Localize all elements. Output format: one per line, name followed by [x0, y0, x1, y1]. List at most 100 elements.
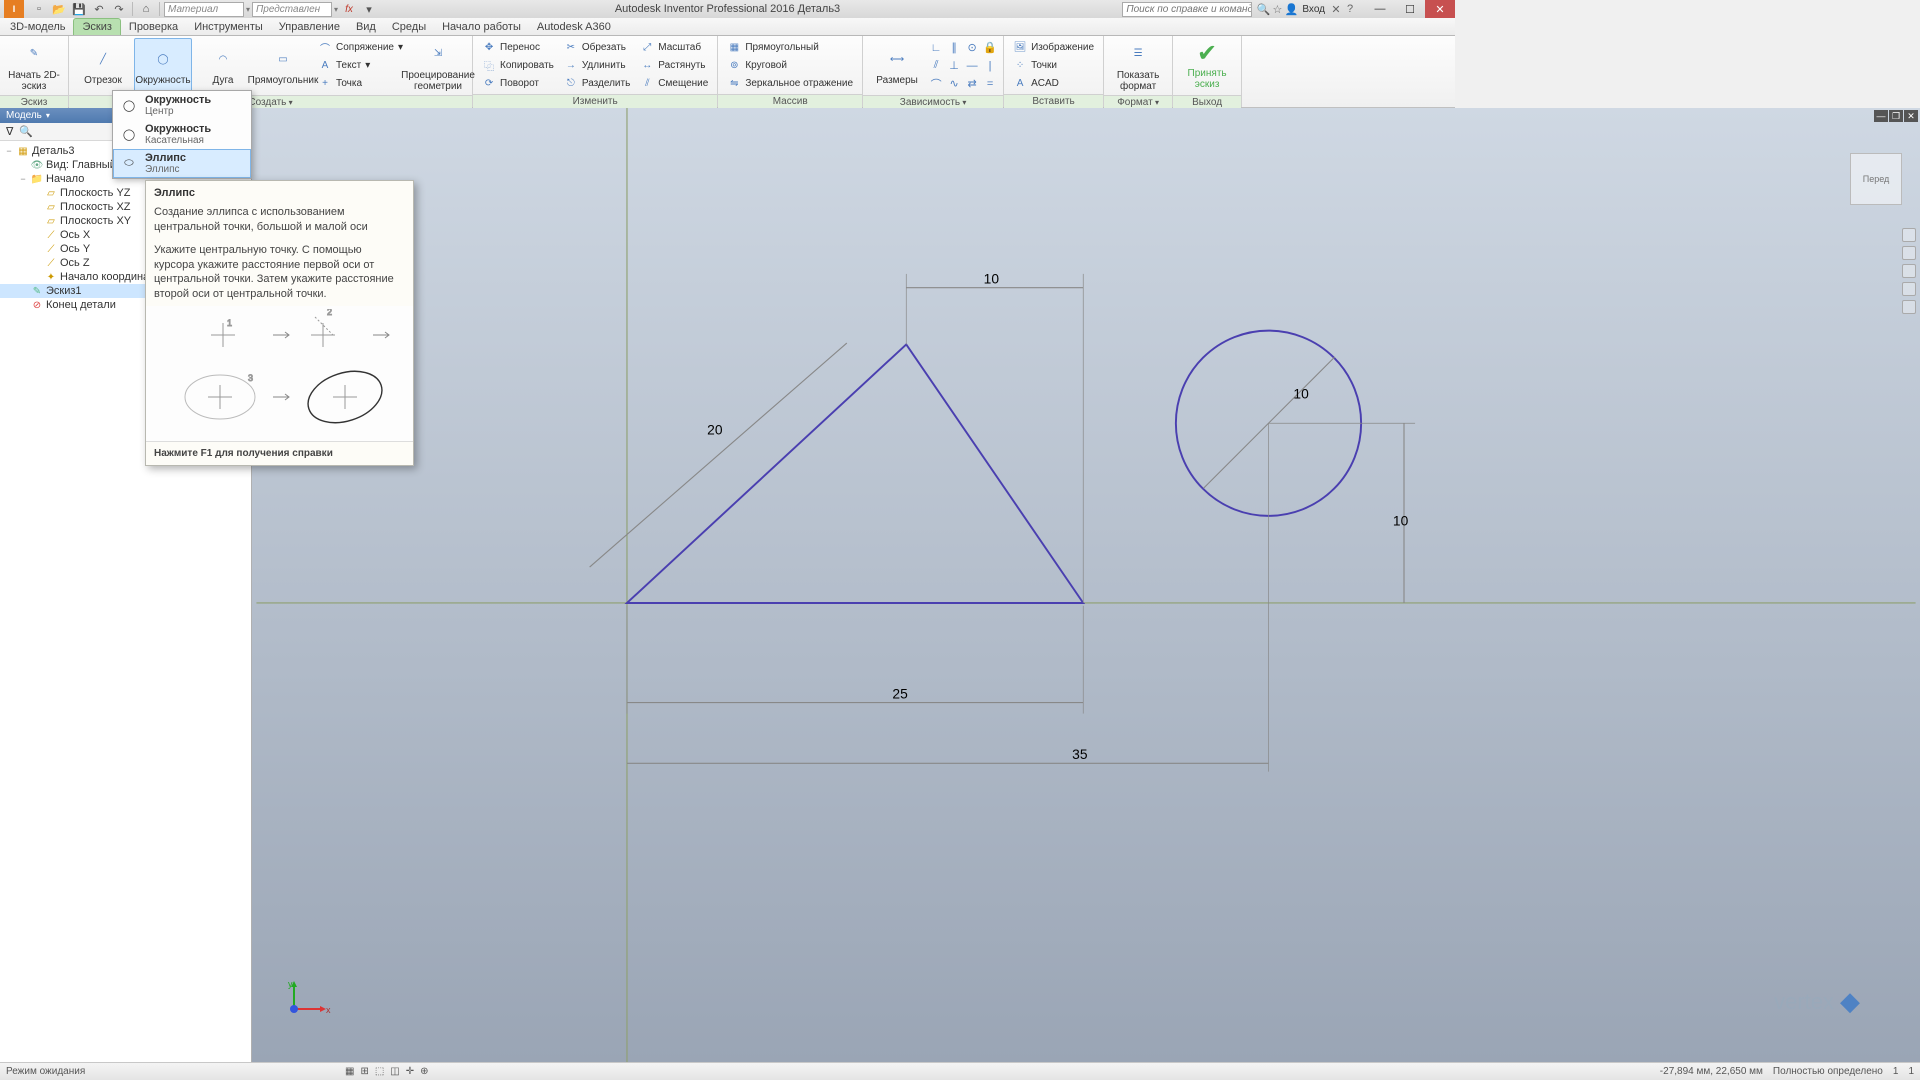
undo-icon[interactable]: ↶ [90, 1, 108, 17]
sketch-canvas[interactable]: — ❐ ✕ 20 10 10 10 25 35 Перед [252, 108, 1920, 1062]
redo-icon[interactable]: ↷ [110, 1, 128, 17]
constraint-perpendicular-icon[interactable]: ⊥ [946, 58, 962, 74]
panel-constrain[interactable]: Зависимость [863, 95, 1003, 109]
circle-button[interactable]: ◯Окружность [134, 38, 192, 93]
view-cube[interactable]: Перед [1850, 153, 1902, 205]
circle-icon: ◯ [149, 45, 177, 73]
dropdown-item[interactable]: ◯ОкружностьКасательная [113, 120, 251, 149]
app-logo[interactable]: I [4, 0, 24, 18]
material-combo[interactable]: Материал [164, 2, 244, 17]
image-button[interactable]: 🖼Изображение [1009, 38, 1098, 56]
constraint-concentric-icon[interactable]: ⊙ [964, 40, 980, 56]
format-icon: ☰ [1124, 40, 1152, 68]
panel-format[interactable]: Формат [1104, 95, 1172, 109]
constraint-parallel-icon[interactable]: ⫽ [928, 58, 944, 74]
constraint-symmetric-icon[interactable]: ⇄ [964, 76, 980, 92]
nav-zoom-icon[interactable] [1902, 264, 1916, 278]
home-icon[interactable]: ⌂ [137, 1, 155, 17]
arc-button[interactable]: ◠Дуга [194, 38, 252, 93]
split-icon: ⎋ [564, 76, 578, 90]
minimize-button[interactable]: — [1365, 0, 1395, 18]
move-button[interactable]: ✥Перенос [478, 38, 558, 56]
doc-minimize-button[interactable]: — [1874, 110, 1888, 122]
tab-manage[interactable]: Управление [271, 19, 348, 35]
open-icon[interactable]: 📂 [50, 1, 68, 17]
finish-sketch-button[interactable]: ✔Принять эскиз [1178, 38, 1236, 93]
navigation-bar [1902, 228, 1916, 314]
filter-icon[interactable]: ∇ [6, 125, 13, 138]
snap-icon[interactable]: ▦ [345, 1066, 354, 1077]
split-button[interactable]: ⎋Разделить [560, 74, 634, 92]
extend-button[interactable]: →Удлинить [560, 56, 634, 74]
appearance-combo[interactable]: Представлен [252, 2, 332, 17]
find-icon[interactable]: 🔍 [19, 125, 33, 138]
stretch-button[interactable]: ↔Растянуть [636, 56, 712, 74]
nav-pan-icon[interactable] [1902, 246, 1916, 260]
text-button[interactable]: AТекст ▾ [314, 57, 407, 75]
dim-10-top: 10 [984, 271, 1000, 287]
save-icon[interactable]: 💾 [70, 1, 88, 17]
mirror-button[interactable]: ⇋Зеркальное отражение [723, 74, 857, 92]
constraint-tangent-icon[interactable]: ⌒ [928, 76, 944, 92]
dropdown-item[interactable]: ⬭ЭллипсЭллипс [113, 149, 251, 178]
circle-dropdown: ◯ОкружностьЦентр◯ОкружностьКасательная⬭Э… [112, 90, 252, 179]
fx-icon[interactable]: fx [340, 1, 358, 17]
status-tools: ▦ ⊞ ⬚ ◫ ✛ ⊕ [345, 1066, 429, 1077]
constraint-equal-icon[interactable]: = [982, 76, 998, 92]
constraint-collinear-icon[interactable]: ∥ [946, 40, 962, 56]
pattern-circ-button[interactable]: ⊚Круговой [723, 56, 857, 74]
panel-insert: Вставить [1004, 94, 1103, 108]
constraint-horizontal-icon[interactable]: — [964, 58, 980, 74]
points-button[interactable]: ⁘Точки [1009, 56, 1098, 74]
dropdown-item[interactable]: ◯ОкружностьЦентр [113, 91, 251, 120]
line-button[interactable]: ╱Отрезок [74, 38, 132, 93]
pattern-rect-button[interactable]: ▦Прямоугольный [723, 38, 857, 56]
tab-environments[interactable]: Среды [384, 19, 434, 35]
point-button[interactable]: +Точка [314, 75, 407, 93]
grid-icon[interactable]: ⊞ [360, 1066, 368, 1077]
rectangle-button[interactable]: ▭Прямоугольник [254, 38, 312, 93]
tab-3d-model[interactable]: 3D-модель [2, 19, 73, 35]
close-button[interactable]: ✕ [1425, 0, 1455, 18]
constraint-vertical-icon[interactable]: | [982, 58, 998, 74]
tab-tools[interactable]: Инструменты [186, 19, 271, 35]
tab-view[interactable]: Вид [348, 19, 384, 35]
maximize-button[interactable]: ☐ [1395, 0, 1425, 18]
favorites-icon[interactable]: ☆ [1270, 2, 1284, 16]
constraint-coincident-icon[interactable]: ∟ [928, 40, 944, 56]
constraint-fix-icon[interactable]: 🔒 [982, 40, 998, 56]
doc-close-button[interactable]: ✕ [1904, 110, 1918, 122]
fillet-button[interactable]: ⌒Сопряжение ▾ [314, 39, 407, 57]
offset-button[interactable]: ⫽Смещение [636, 74, 712, 92]
help-icon[interactable]: ? [1343, 2, 1357, 16]
new-icon[interactable]: ▫ [30, 1, 48, 17]
start-2d-sketch-button[interactable]: ✎ Начать 2D-эскиз [5, 38, 63, 93]
copy-button[interactable]: ⿻Копировать [478, 56, 558, 74]
qat-more-icon[interactable]: ▾ [360, 1, 378, 17]
nav-look-icon[interactable] [1902, 300, 1916, 314]
scale-button[interactable]: ⤢Масштаб [636, 38, 712, 56]
exchange-icon[interactable]: ✕ [1329, 2, 1343, 16]
acad-button[interactable]: AACAD [1009, 74, 1098, 92]
auto-icon[interactable]: ⊕ [420, 1066, 428, 1077]
trim-button[interactable]: ✂Обрезать [560, 38, 634, 56]
user-icon[interactable]: 👤 [1284, 2, 1298, 16]
search-icon[interactable]: 🔍 [1256, 2, 1270, 16]
dimension-button[interactable]: ⟷Размеры [868, 38, 926, 93]
nav-orbit-icon[interactable] [1902, 282, 1916, 296]
tab-sketch[interactable]: Эскиз [73, 18, 120, 35]
tab-inspect[interactable]: Проверка [121, 19, 186, 35]
nav-home-icon[interactable] [1902, 228, 1916, 242]
login-link[interactable]: Вход [1302, 4, 1325, 15]
help-search-input[interactable] [1122, 2, 1252, 17]
center-icon[interactable]: ✛ [406, 1066, 414, 1077]
doc-restore-button[interactable]: ❐ [1889, 110, 1903, 122]
project-geometry-button[interactable]: ⇲Проецирование геометрии [409, 38, 467, 93]
tab-a360[interactable]: Autodesk A360 [529, 19, 619, 35]
show-format-button[interactable]: ☰Показать формат [1109, 38, 1167, 93]
constraint-smooth-icon[interactable]: ∿ [946, 76, 962, 92]
rotate-button[interactable]: ⟳Поворот [478, 74, 558, 92]
edges-icon[interactable]: ⬚ [375, 1066, 384, 1077]
slice-icon[interactable]: ◫ [390, 1066, 399, 1077]
tab-get-started[interactable]: Начало работы [434, 19, 529, 35]
